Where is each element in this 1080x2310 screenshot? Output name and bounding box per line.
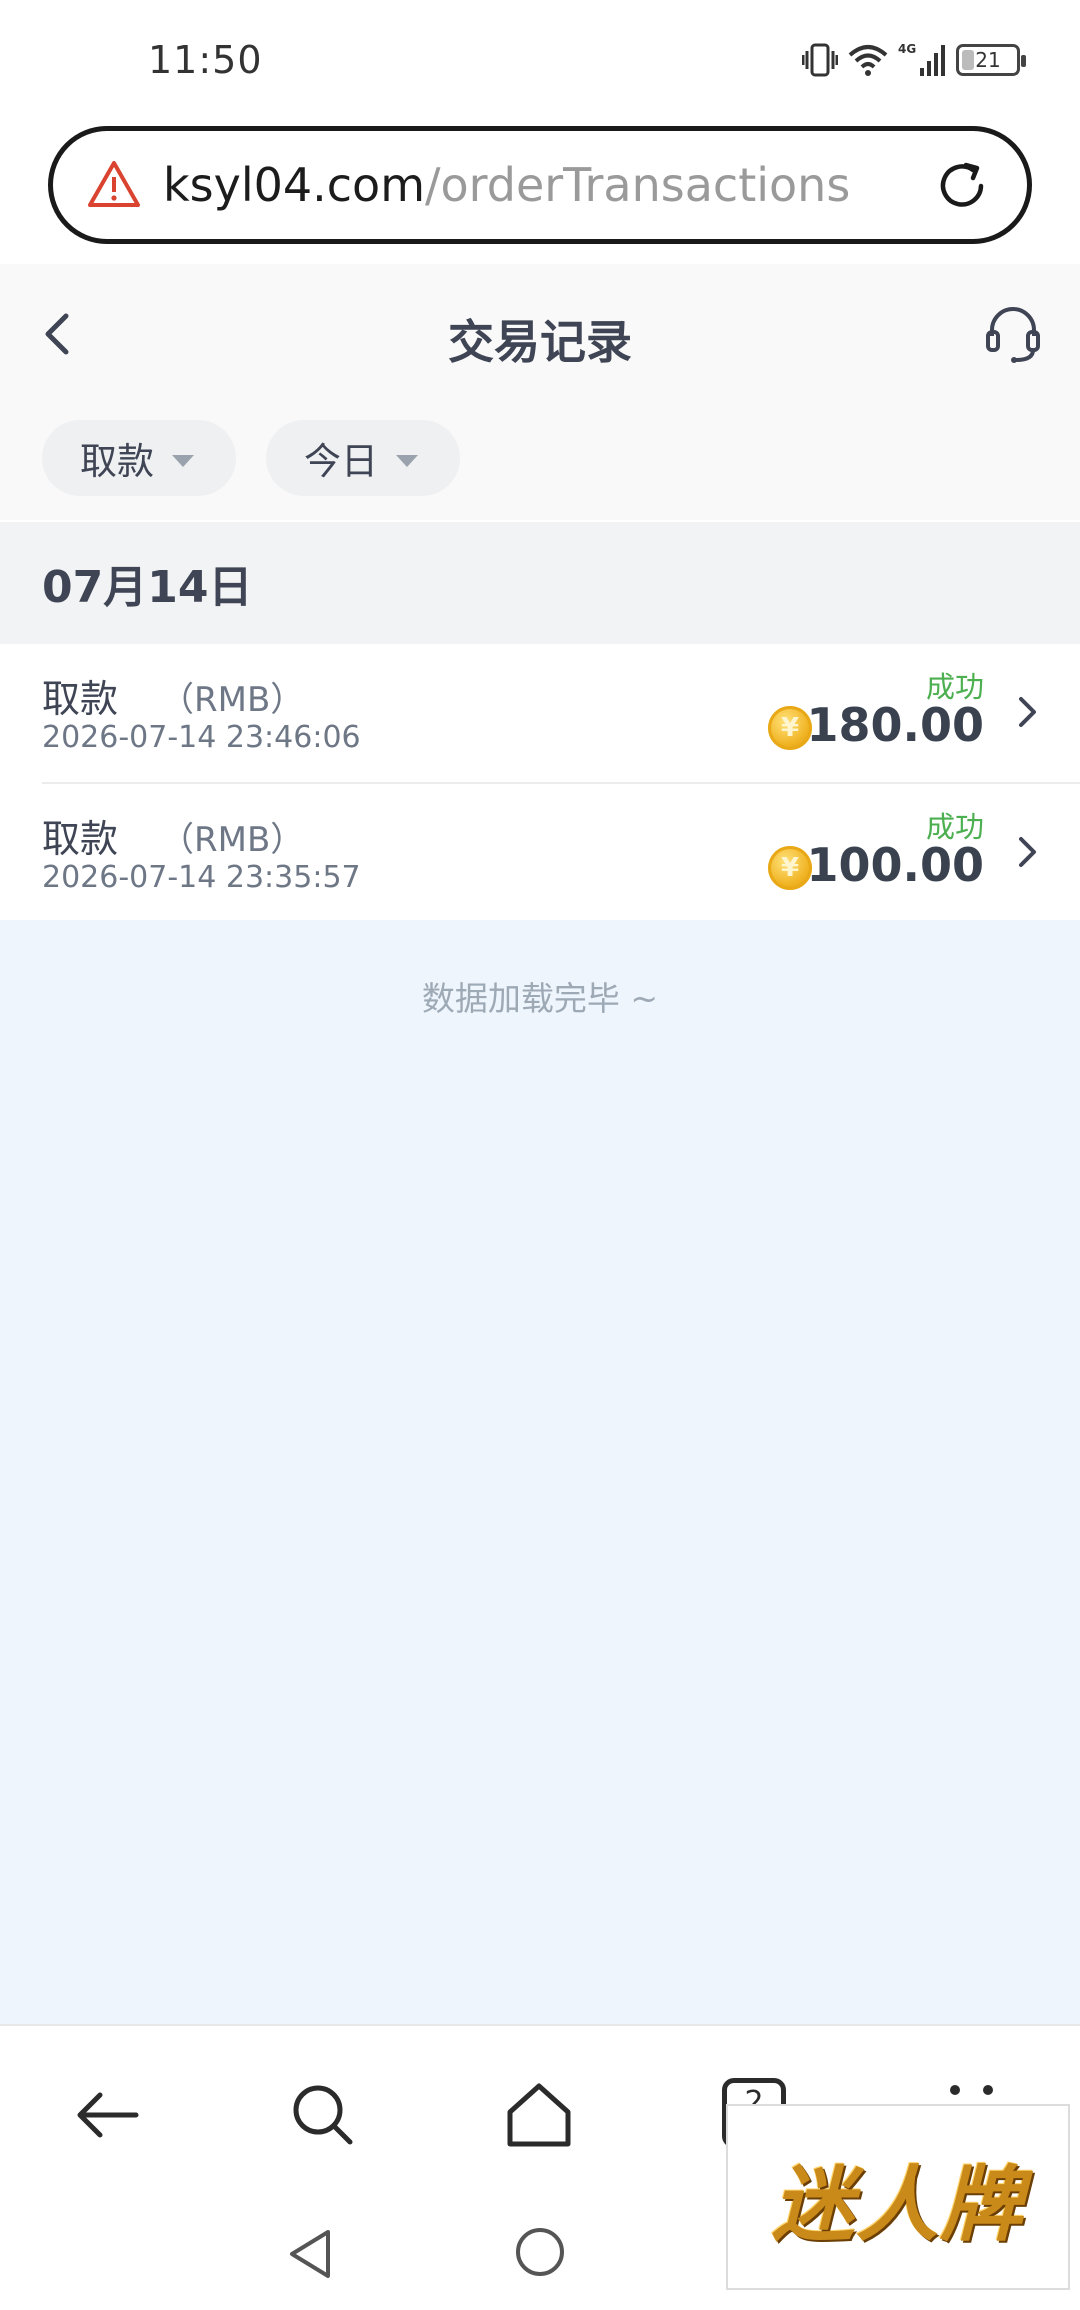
transaction-row[interactable]: 取款 （RMB） 2026-07-14 23:46:06 成功 ¥ 180.00 [0,644,1080,782]
network-type: 4G [898,42,916,56]
url-text[interactable]: ksyl04.com/orderTransactions [163,158,850,212]
home-icon[interactable] [504,2080,574,2150]
coin-icon: ¥ [768,706,812,750]
battery-icon: 21 [956,44,1026,76]
filter-type-label: 取款 [80,440,154,483]
transaction-type: 取款 [42,677,119,721]
warning-icon[interactable] [87,158,141,212]
signal-icon: 4G [898,42,945,76]
watermark-logo: 迷人牌 [726,2104,1070,2290]
url-domain: ksyl04.com [163,158,426,212]
system-back-icon[interactable] [284,2226,336,2282]
transaction-amount: 180.00 [806,698,984,752]
back-arrow-icon[interactable] [72,2080,142,2150]
chevron-right-icon[interactable] [1016,694,1040,730]
transaction-currency: （RMB） [160,680,305,720]
watermark-text: 迷人牌 [772,2157,1024,2253]
load-complete-text: 数据加载完毕 ~ [421,979,659,1018]
transaction-type: 取款 [42,817,119,861]
vibrate-icon [802,43,838,77]
reload-icon[interactable] [933,157,991,215]
filter-date-dropdown[interactable]: 今日 [266,420,460,496]
wifi-icon [848,45,888,76]
filter-type-dropdown[interactable]: 取款 [42,420,236,496]
chevron-right-icon[interactable] [1016,834,1040,870]
caret-down-icon [396,455,418,467]
search-icon[interactable] [288,2080,358,2150]
transaction-row[interactable]: 取款 （RMB） 2026-07-14 23:35:57 成功 ¥ 100.00 [42,782,1080,920]
status-icons: 4G 21 [802,42,1026,78]
filter-date-label: 今日 [304,440,378,483]
content-area: 数据加载完毕 ~ [0,920,1080,2024]
caret-down-icon [172,455,194,467]
url-path: /orderTransactions [425,158,851,212]
coin-icon: ¥ [768,846,812,890]
customer-service-icon[interactable] [984,304,1042,364]
address-bar[interactable]: ksyl04.com/orderTransactions [48,126,1032,244]
transaction-amount: 100.00 [806,838,984,892]
system-home-icon[interactable] [514,2226,566,2278]
transaction-time: 2026-07-14 23:46:06 [42,720,361,755]
status-time: 11:50 [148,38,263,82]
page-title: 交易记录 [448,315,632,369]
status-bar: 11:50 4G 21 [0,0,1080,120]
date-group-header: 07月14日 [0,522,1080,644]
transaction-time: 2026-07-14 23:35:57 [42,860,361,895]
transaction-currency: （RMB） [160,820,305,860]
transaction-list: 取款 （RMB） 2026-07-14 23:46:06 成功 ¥ 180.00… [0,644,1080,920]
page-header: 交易记录 取款 今日 [0,264,1080,520]
battery-level: 21 [975,48,1001,72]
